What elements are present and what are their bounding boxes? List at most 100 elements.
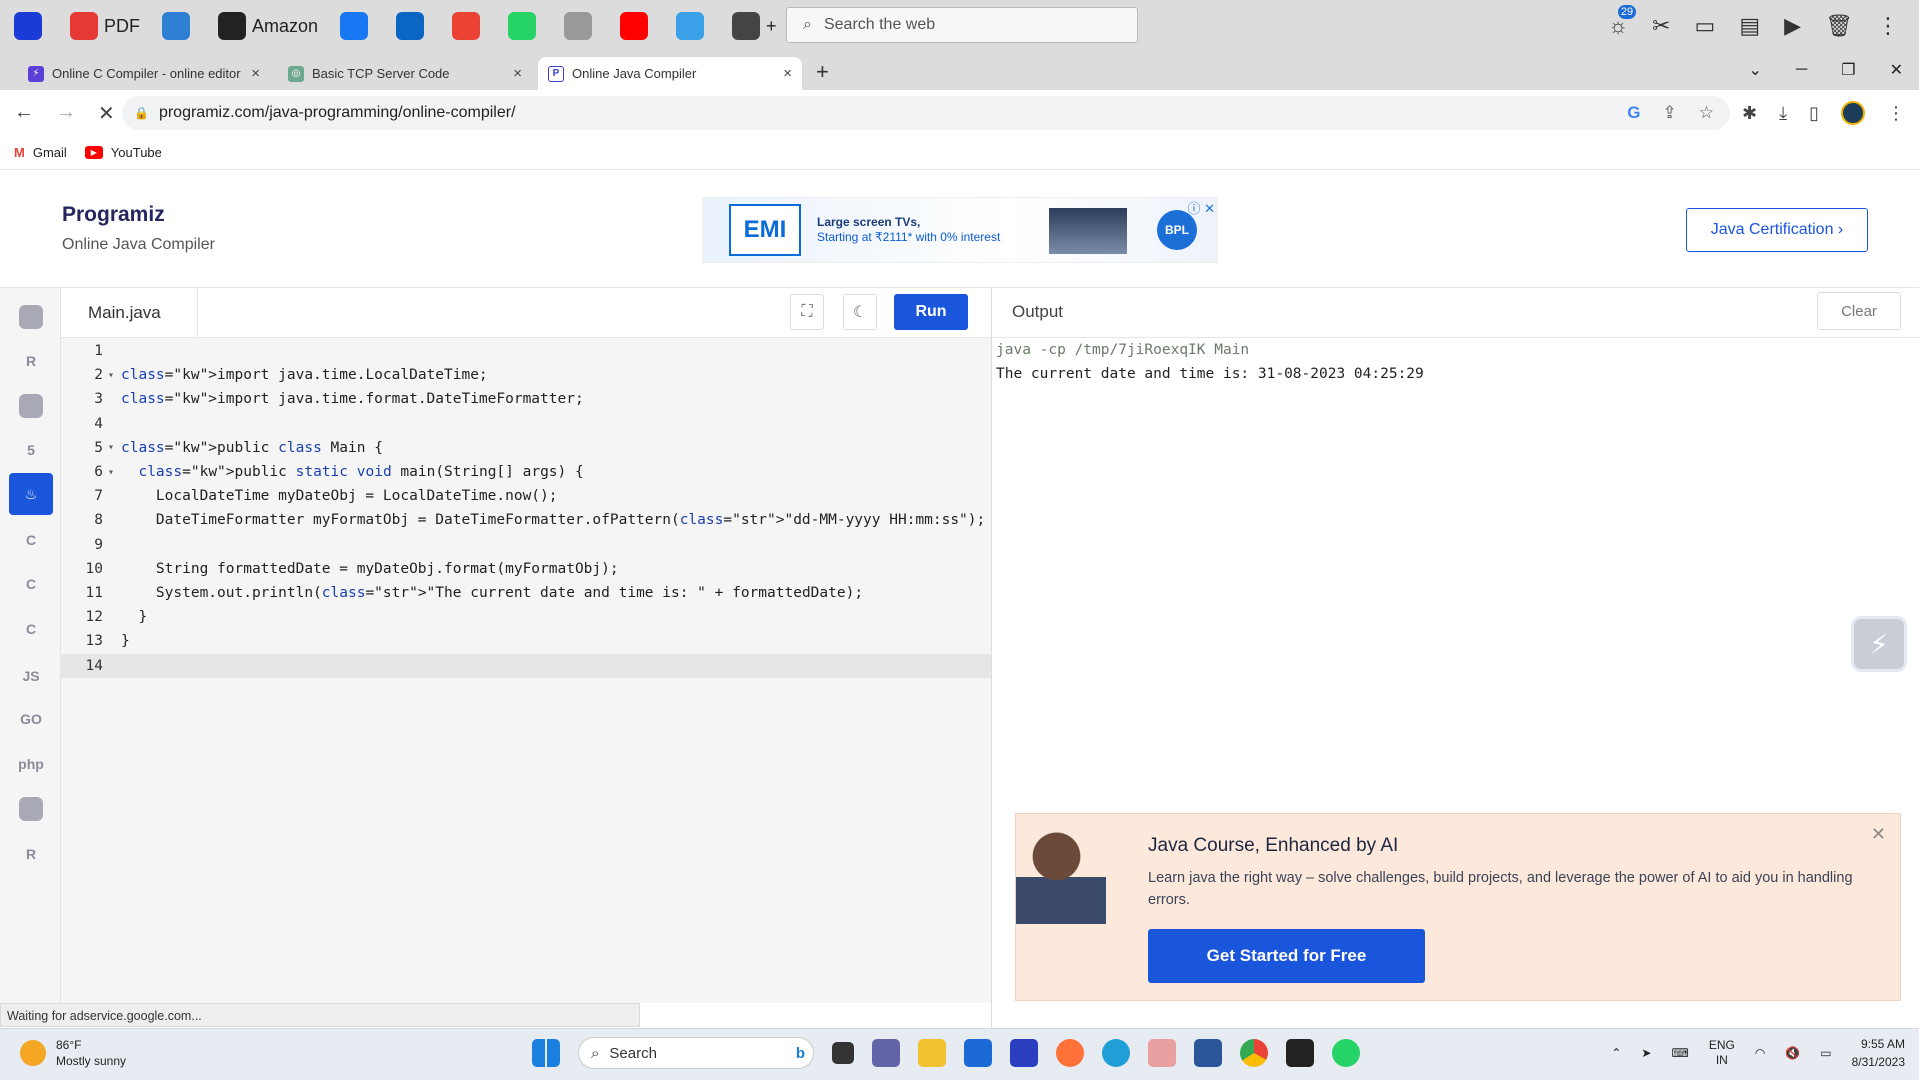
battery-icon[interactable]: ▭ — [1820, 1046, 1831, 1060]
chrome-icon[interactable] — [1240, 1039, 1268, 1067]
code-line[interactable]: 7 LocalDateTime myDateObj = LocalDateTim… — [61, 484, 991, 508]
ad-close-icon[interactable]: ⓘ ✕ — [1187, 198, 1215, 217]
clipboard-icon[interactable]: ▤ — [1739, 13, 1760, 39]
dark-mode-icon[interactable]: ☾ — [843, 294, 877, 330]
quick-launch-item[interactable] — [14, 12, 48, 40]
more-icon[interactable]: ⋮ — [1877, 13, 1899, 39]
get-started-button[interactable]: Get Started for Free — [1148, 929, 1425, 983]
volume-muted-icon[interactable]: 🔇 — [1785, 1046, 1800, 1060]
web-search-box[interactable]: ⌕ Search the web — [786, 7, 1138, 43]
fullscreen-icon[interactable]: ⛶ — [790, 294, 824, 330]
browser-tab[interactable]: ◎ Basic TCP Server Code × — [278, 57, 532, 90]
quick-launch-item[interactable] — [452, 12, 486, 40]
firefox-icon[interactable] — [1056, 1039, 1084, 1067]
task-view-icon[interactable] — [832, 1042, 854, 1064]
quick-launch-item[interactable] — [564, 12, 598, 40]
close-tab-icon[interactable]: × — [251, 65, 260, 82]
quick-launch-item[interactable] — [396, 12, 430, 40]
google-icon[interactable]: G — [1627, 103, 1640, 123]
language-cpp-button[interactable]: C — [9, 563, 53, 605]
notifications-icon[interactable]: ☼ 29 — [1608, 5, 1637, 39]
language-html-button[interactable]: 5 — [9, 429, 53, 471]
minimize-icon[interactable]: ─ — [1796, 61, 1807, 79]
close-window-icon[interactable]: ✕ — [1890, 60, 1903, 80]
new-tab-button[interactable]: + — [816, 59, 829, 85]
taskbar-search[interactable]: ⌕ Search b — [578, 1037, 814, 1069]
system-clock[interactable]: 9:55 AM 8/31/2023 — [1852, 1035, 1905, 1071]
weather-widget[interactable]: 86°F Mostly sunny — [20, 1037, 126, 1069]
play-icon[interactable]: ▶ — [1784, 13, 1801, 39]
profile-avatar[interactable] — [1841, 101, 1865, 125]
app-icon[interactable] — [1010, 1039, 1038, 1067]
share-icon[interactable]: ⇪ — [1663, 103, 1677, 123]
advertisement-banner[interactable]: EMI Large screen TVs, Starting at ₹2111*… — [702, 197, 1218, 263]
close-tab-icon[interactable]: × — [783, 65, 792, 82]
code-editor[interactable]: 1 2 ▾ class="kw">import java.time.LocalDate… — [61, 338, 991, 1003]
wifi-icon[interactable]: ◠ — [1755, 1046, 1765, 1060]
language-java-button[interactable]: ♨ — [9, 473, 53, 515]
download-icon[interactable]: ⤓ — [1779, 103, 1787, 124]
quick-launch-item[interactable] — [508, 12, 542, 40]
forward-icon[interactable]: → — [56, 101, 76, 126]
file-explorer-icon[interactable] — [918, 1039, 946, 1067]
trash-icon[interactable]: 🗑 — [1825, 13, 1853, 39]
code-line[interactable]: 2 ▾ class="kw">import java.time.LocalDateT… — [61, 363, 991, 387]
browser-tab[interactable]: ⚡ Online C Compiler - online editor × — [18, 57, 270, 90]
code-line[interactable]: 5 ▾ class="kw">public class Main { — [61, 436, 991, 460]
code-line[interactable]: 11 System.out.println(class="str">"The c… — [61, 581, 991, 605]
quick-launch-item[interactable] — [340, 12, 374, 40]
input-language[interactable]: ENG IN — [1709, 1038, 1735, 1068]
language-python-button[interactable] — [9, 296, 53, 338]
stop-loading-icon[interactable]: ✕ — [98, 101, 115, 126]
quick-launch-item[interactable]: + — [732, 12, 777, 40]
code-line[interactable]: 13} — [61, 629, 991, 653]
edge-icon[interactable] — [1102, 1039, 1130, 1067]
language-php-button[interactable]: php — [9, 743, 53, 785]
word-icon[interactable] — [1194, 1039, 1222, 1067]
microsoft-store-icon[interactable] — [964, 1039, 992, 1067]
language-swift-button[interactable] — [9, 788, 53, 830]
language-rust-button[interactable]: R — [9, 833, 53, 875]
code-line[interactable]: 10 String formattedDate = myDateObj.form… — [61, 557, 991, 581]
close-tab-icon[interactable]: × — [513, 65, 522, 82]
side-panel-icon[interactable]: ▯ — [1809, 103, 1819, 124]
fold-toggle-icon[interactable]: ▾ — [103, 442, 119, 453]
language-javascript-button[interactable]: JS — [9, 655, 53, 697]
quick-launch-item[interactable]: Amazon — [218, 12, 318, 40]
programiz-logo[interactable]: Programiz — [62, 203, 165, 227]
code-line[interactable]: 12 } — [61, 605, 991, 629]
scissors-icon[interactable]: ✂ — [1652, 13, 1670, 39]
language-sql-button[interactable] — [9, 385, 53, 427]
clear-button[interactable]: Clear — [1817, 292, 1901, 330]
extensions-icon[interactable]: ✱ — [1742, 103, 1757, 124]
language-go-button[interactable]: GO — [9, 698, 53, 740]
windows-start-icon[interactable] — [532, 1039, 560, 1067]
quick-launch-item[interactable] — [676, 12, 710, 40]
browser-menu-icon[interactable]: ⋮ — [1887, 103, 1905, 124]
code-line[interactable]: 6 ▾ class="kw">public static void main(St… — [61, 460, 991, 484]
language-r-button[interactable]: R — [9, 340, 53, 382]
quick-launch-item[interactable] — [162, 12, 196, 40]
bookmark-star-icon[interactable]: ☆ — [1699, 103, 1714, 123]
browser-tab-active[interactable]: P Online Java Compiler × — [538, 57, 802, 90]
java-certification-button[interactable]: Java Certification › — [1686, 208, 1868, 252]
camera-icon[interactable]: ▭ — [1695, 13, 1716, 39]
language-csharp-button[interactable]: C — [9, 608, 53, 650]
restore-icon[interactable]: ❐ — [1841, 60, 1855, 80]
tab-search-icon[interactable]: ⌄ — [1749, 60, 1762, 80]
code-line[interactable]: 9 — [61, 533, 991, 557]
quick-launch-item[interactable]: PDF — [70, 12, 140, 40]
chevron-up-icon[interactable]: ⌃ — [1611, 1046, 1621, 1060]
teams-chat-icon[interactable] — [872, 1039, 900, 1067]
keyboard-icon[interactable]: ⌨ — [1671, 1046, 1688, 1060]
code-line[interactable]: 14 — [61, 653, 991, 678]
language-c-button[interactable]: C — [9, 519, 53, 561]
dev-icon[interactable] — [1286, 1039, 1314, 1067]
code-line[interactable]: 4 — [61, 412, 991, 436]
run-button[interactable]: Run — [894, 294, 968, 330]
close-promo-icon[interactable]: ✕ — [1871, 824, 1886, 845]
bookmark-youtube[interactable]: ▶ YouTube — [84, 145, 162, 160]
url-bar[interactable]: 🔒 programiz.com/java-programming/online-… — [122, 96, 1730, 130]
fold-toggle-icon[interactable]: ▾ — [103, 370, 119, 381]
code-line[interactable]: 1 — [61, 339, 991, 363]
